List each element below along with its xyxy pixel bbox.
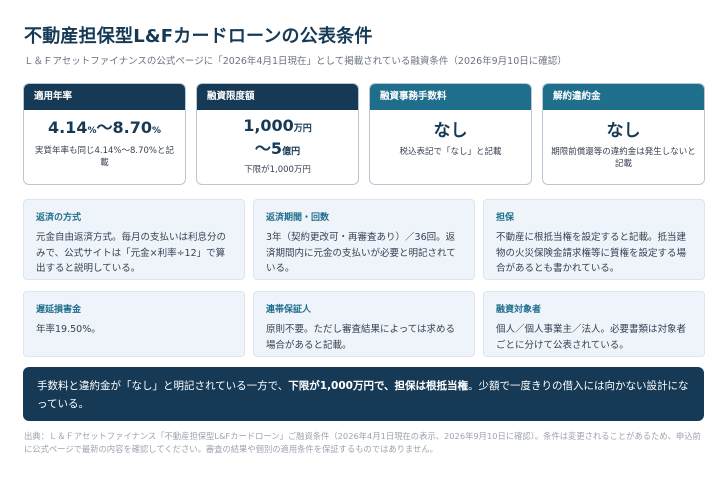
stat-label-limit: 融資限度額 — [197, 84, 358, 110]
summary-highlight: 下限が1,000万円で、担保は根抵当権 — [288, 380, 469, 392]
limit-line1: 1,000万円 — [197, 116, 358, 139]
rate-separator: 〜 — [96, 118, 113, 137]
stat-card-penalty: 解約違約金 なし 期限前償還等の違約金は発生しないと記載 — [542, 83, 705, 185]
rate-min: 4.14 — [47, 118, 88, 137]
stat-label-penalty: 解約違約金 — [543, 84, 704, 110]
detail-card-repayment-method: 返済の方式 元金自由返済方式。毎月の支払いは利息分のみで、公式サイトは「元金×利… — [23, 199, 245, 280]
detail-text: 年率19.50%。 — [36, 324, 101, 335]
fee-value: なし — [433, 121, 468, 141]
rate-max-unit: % — [151, 126, 162, 136]
detail-card-late-fee: 遅延損害金 年率19.50%。 — [23, 291, 245, 357]
stat-card-fee: 融資事務手数料 なし 税込表記で「なし」と記載 — [369, 83, 532, 185]
penalty-value: なし — [606, 121, 641, 141]
source-footnote: 出典：Ｌ＆Ｆアセットファイナンス「不動産担保型L&Fカードローン」ご融資条件（2… — [24, 431, 701, 454]
stat-card-limit: 融資限度額 1,000万円 〜5億円 下限が1,000万円 — [196, 83, 359, 185]
detail-text: 原則不要。ただし審査結果によっては求める場合があると記載。 — [266, 324, 456, 351]
detail-title: 融資対象者 — [496, 305, 542, 315]
summary-banner: 手数料と違約金が「なし」と明記されている一方で、下限が1,000万円で、担保は根… — [23, 367, 704, 421]
rate-max: 8.70 — [112, 118, 152, 137]
limit-min-unit: 万円 — [293, 124, 312, 134]
detail-card-guarantor: 連帯保証人 原則不要。ただし審査結果によっては求める場合があると記載。 — [253, 291, 475, 357]
page-subtitle: Ｌ＆Ｆアセットファイナンスの公式ページに「2026年4月1日現在」として掲載され… — [24, 56, 567, 67]
detail-title: 連帯保証人 — [266, 305, 312, 315]
detail-title: 遅延損害金 — [36, 305, 82, 315]
detail-text: 元金自由返済方式。毎月の支払いは利息分のみで、公式サイトは「元金×利率÷12」で… — [36, 232, 227, 274]
stat-label-fee: 融資事務手数料 — [370, 84, 531, 110]
detail-title: 担保 — [496, 213, 515, 223]
limit-min: 1,000 — [243, 116, 294, 135]
rate-note: 実質年率も同じ4.14%〜8.70%と記載 — [34, 146, 174, 168]
detail-title: 返済期間・回数 — [266, 213, 330, 223]
detail-card-collateral: 担保 不動産に根抵当権を設定すると記載。抵当建物の火災保険金請求権等に質権を設定… — [483, 199, 705, 280]
detail-title: 返済の方式 — [36, 213, 82, 223]
limit-max: 〜5 — [254, 139, 283, 158]
detail-card-repayment-period: 返済期間・回数 3年（契約更改可・再審査あり）／36回。返済期間内に元金の支払い… — [253, 199, 475, 280]
page-title: 不動産担保型L&Fカードローンの公表条件 — [24, 26, 373, 47]
fee-note: 税込表記で「なし」と記載 — [399, 147, 502, 157]
rate-value: 4.14%〜8.70% — [24, 118, 185, 141]
detail-text: 不動産に根抵当権を設定すると記載。抵当建物の火災保険金請求権等に質権を設定する場… — [496, 232, 687, 274]
penalty-note: 期限前償還等の違約金は発生しないと記載 — [551, 147, 696, 169]
stat-label-rate: 適用年率 — [24, 84, 185, 110]
stat-card-rate: 適用年率 4.14%〜8.70% 実質年率も同じ4.14%〜8.70%と記載 — [23, 83, 186, 185]
detail-text: 3年（契約更改可・再審査あり）／36回。返済期間内に元金の支払いが必要と明記され… — [266, 232, 456, 274]
limit-line2: 〜5億円 — [197, 139, 358, 162]
limit-max-unit: 億円 — [282, 147, 301, 157]
detail-text: 個人／個人事業主／法人。必要書類は対象者ごとに分けて公表されている。 — [496, 324, 687, 351]
limit-note: 下限が1,000万円 — [244, 165, 311, 175]
detail-card-eligibility: 融資対象者 個人／個人事業主／法人。必要書類は対象者ごとに分けて公表されている。 — [483, 291, 705, 357]
summary-text: 手数料と違約金が「なし」と明記されている一方で、 — [37, 380, 289, 392]
